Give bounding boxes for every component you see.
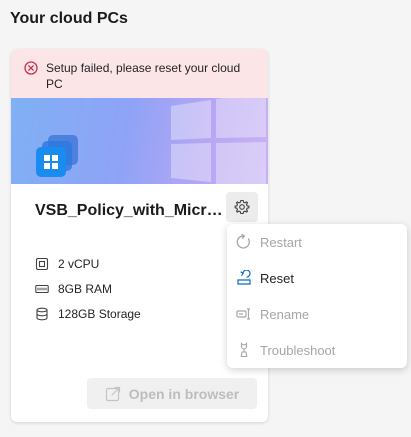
spec-cpu: 2 vCPU	[35, 251, 141, 276]
menu-item-troubleshoot[interactable]: Troubleshoot	[227, 332, 407, 368]
settings-menu: Restart Reset Rename Troubleshoot	[227, 224, 407, 368]
storage-icon	[35, 307, 49, 321]
pc-name: VSB_Policy_with_Microsoft	[35, 202, 225, 219]
error-circle-icon	[24, 61, 38, 75]
troubleshoot-icon	[235, 341, 253, 359]
open-in-browser-label: Open in browser	[128, 385, 240, 402]
page-title: Your cloud PCs	[10, 10, 128, 27]
error-banner: Setup failed, please reset your cloud PC	[11, 49, 268, 98]
open-external-icon	[105, 386, 120, 401]
spec-ram-label: 8GB RAM	[58, 281, 113, 296]
windows-wallpaper-graphic	[171, 98, 266, 184]
spec-storage: 128GB Storage	[35, 301, 141, 326]
gear-icon	[234, 199, 250, 215]
pc-specs: 2 vCPU 8GB RAM 128GB Storage	[35, 251, 141, 326]
reset-icon	[235, 269, 253, 287]
ram-icon	[35, 282, 49, 296]
spec-ram: 8GB RAM	[35, 276, 141, 301]
spec-storage-label: 128GB Storage	[58, 306, 141, 321]
open-in-browser-button[interactable]: Open in browser	[87, 378, 257, 409]
menu-item-label: Troubleshoot	[260, 342, 336, 358]
settings-button[interactable]	[226, 192, 258, 222]
cpu-icon	[35, 257, 49, 271]
spec-cpu-label: 2 vCPU	[58, 256, 100, 271]
menu-item-restart[interactable]: Restart	[227, 224, 407, 260]
menu-item-label: Reset	[260, 270, 294, 286]
error-message: Setup failed, please reset your cloud PC	[46, 61, 241, 91]
cloud-pc-logo-icon	[36, 135, 78, 177]
restart-icon	[235, 233, 253, 251]
menu-item-rename[interactable]: Rename	[227, 296, 407, 332]
menu-item-reset[interactable]: Reset	[227, 260, 407, 296]
menu-item-label: Restart	[260, 234, 302, 250]
pc-hero-image	[11, 98, 268, 184]
rename-icon	[235, 305, 253, 323]
menu-item-label: Rename	[260, 306, 310, 322]
